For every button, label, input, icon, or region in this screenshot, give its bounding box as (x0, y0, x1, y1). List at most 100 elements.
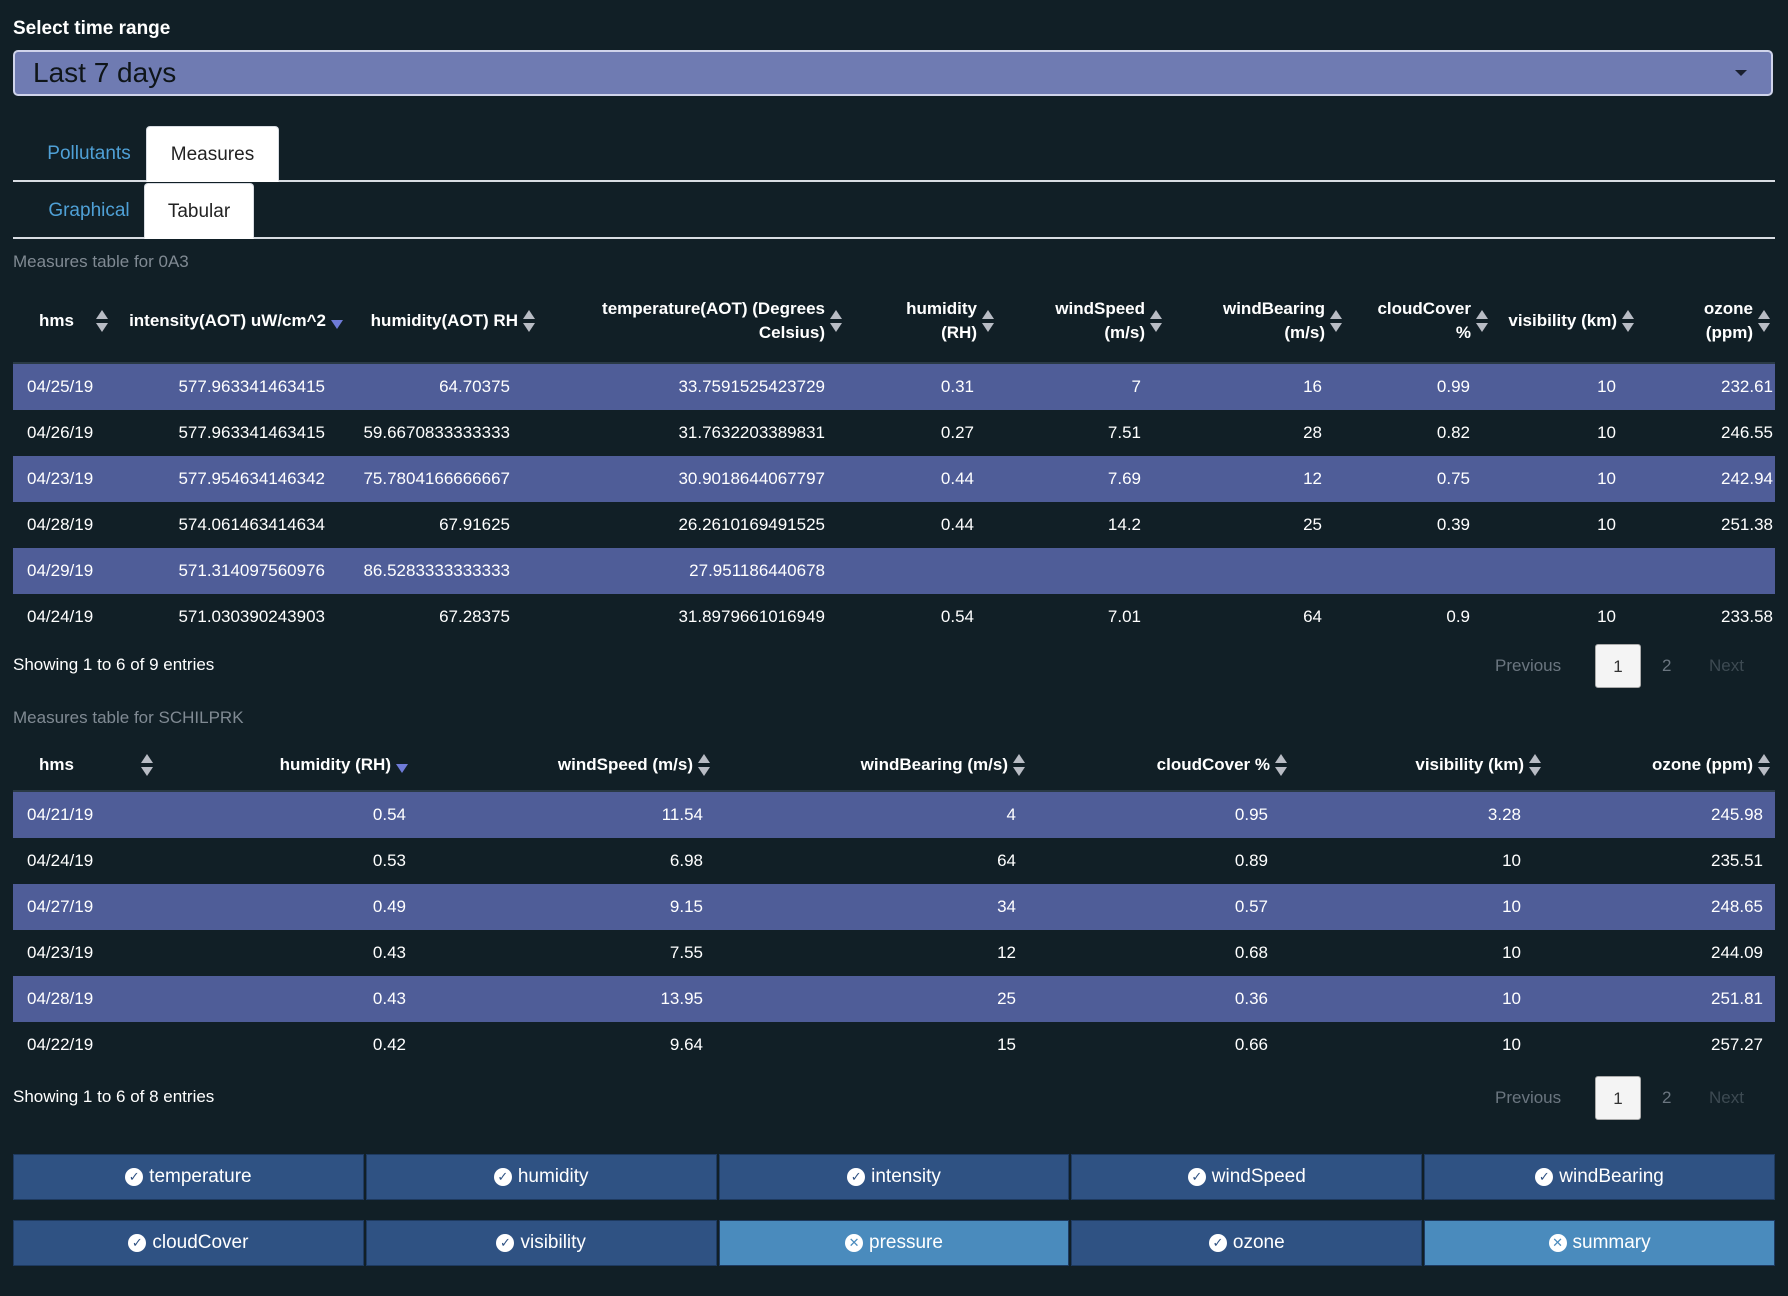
table-cell: 75.7804166666667 (363, 469, 510, 488)
table1-previous-button[interactable]: Previous (1495, 644, 1561, 688)
sort-icon (1753, 307, 1775, 335)
table1-next-button[interactable]: Next (1709, 644, 1744, 688)
table1-column-header[interactable]: humidity(AOT) RH (348, 280, 540, 362)
table-cell: 04/24/19 (27, 851, 94, 870)
series-toggle-row-2: ✓ cloudCover ✓ visibility ✕ pressure ✓ ozone ✕ su… (13, 1220, 1775, 1266)
sort-icon (1524, 751, 1546, 779)
table-cell: 233.58 (1721, 607, 1773, 626)
sort-desc-icon (326, 307, 348, 335)
table-row: 04/21/19 0.54 11.54 4 0.95 3.28 245.98 (13, 792, 1775, 838)
table-cell: 6.98 (669, 851, 703, 870)
table-cell: 10 (1597, 515, 1616, 534)
table-cell: 67.28375 (439, 607, 510, 626)
table-cell: 27.951186440678 (689, 561, 825, 580)
table2-column-header[interactable]: hms (13, 740, 158, 790)
table-cell: 10 (1597, 607, 1616, 626)
time-range-label: Select time range (13, 18, 171, 39)
windBearing-toggle-button[interactable]: ✓ windBearing (1424, 1154, 1775, 1200)
table2-column-header[interactable]: cloudCover % (1030, 740, 1292, 790)
table2-column-header[interactable]: windSpeed (m/s) (413, 740, 715, 790)
table1-column-header[interactable]: intensity(AOT) uW/cm^2 (113, 280, 348, 362)
windSpeed-toggle-button[interactable]: ✓ windSpeed (1071, 1154, 1423, 1200)
table1-column-header[interactable]: cloudCover % (1347, 280, 1493, 362)
table-cell: 7.69 (1107, 469, 1141, 488)
sort-icon (91, 307, 113, 335)
series-toggle-row-1: ✓ temperature ✓ humidity ✓ intensity ✓ windSpee… (13, 1154, 1775, 1200)
table-cell: 0.89 (1234, 851, 1268, 870)
check-circle-icon: ✓ (493, 1168, 512, 1186)
sort-icon (1270, 751, 1292, 779)
table-cell: 232.61 (1721, 377, 1773, 396)
toggle-label: windBearing (1559, 1166, 1664, 1187)
pressure-toggle-button[interactable]: ✕ pressure (718, 1220, 1070, 1266)
toggle-label: cloudCover (152, 1232, 249, 1253)
table-cell (847, 548, 974, 594)
tab-graphical[interactable]: Graphical (21, 183, 157, 239)
table1-column-header[interactable]: hms (13, 280, 113, 362)
table-cell: 67.91625 (439, 515, 510, 534)
table-cell: 64 (1303, 607, 1322, 626)
column-label: cloudCover % (1156, 755, 1270, 774)
sort-icon (1753, 751, 1775, 779)
table-row: 04/26/19 577.963341463415 59.6670833333333… (13, 410, 1775, 456)
table-cell: 10 (1502, 897, 1521, 916)
sort-icon (977, 307, 999, 335)
sub-tabs: Graphical Tabular (13, 181, 1775, 239)
table-cell: 10 (1502, 943, 1521, 962)
table-cell (1347, 548, 1470, 594)
table1-page-1[interactable]: 1 (1595, 644, 1641, 688)
tab-measures[interactable]: Measures (146, 126, 279, 182)
summary-toggle-button[interactable]: ✕ summary (1424, 1220, 1775, 1266)
column-label: temperature(AOT) (Degrees Celsius) (602, 299, 825, 342)
table2-page-2[interactable]: 2 (1662, 1076, 1671, 1120)
cloudCover-toggle-button[interactable]: ✓ cloudCover (13, 1220, 364, 1266)
table2-column-header[interactable]: ozone (ppm) (1546, 740, 1775, 790)
tab-tabular[interactable]: Tabular (144, 183, 254, 239)
table2-next-button[interactable]: Next (1709, 1076, 1744, 1120)
sort-icon (518, 307, 540, 335)
time-range-select[interactable]: Last 7 days (13, 50, 1773, 96)
table-row: 04/27/19 0.49 9.15 34 0.57 10 248.65 (13, 884, 1775, 930)
table-cell: 33.7591525423729 (678, 377, 825, 396)
tab-pollutants[interactable]: Pollutants (21, 126, 157, 182)
table-cell: 25 (1303, 515, 1322, 534)
column-label: humidity (RH) (279, 755, 391, 774)
table-row: 04/28/19 574.061463414634 67.91625 26.26101… (13, 502, 1775, 548)
table-cell: 0.75 (1436, 469, 1470, 488)
table1-column-header[interactable]: visibility (km) (1493, 280, 1639, 362)
table2-column-header[interactable]: humidity (RH) (158, 740, 413, 790)
column-label: windSpeed (m/s) (557, 755, 693, 774)
table2-column-header[interactable]: windBearing (m/s) (715, 740, 1030, 790)
table2-column-header[interactable]: visibility (km) (1292, 740, 1546, 790)
table-cell: 04/23/19 (27, 469, 94, 488)
ozone-toggle-button[interactable]: ✓ ozone (1071, 1220, 1423, 1266)
table-cell: 10 (1502, 1035, 1521, 1054)
table-cell: 7.51 (1107, 423, 1141, 442)
table2-previous-button[interactable]: Previous (1495, 1076, 1561, 1120)
humidity-toggle-button[interactable]: ✓ humidity (365, 1154, 717, 1200)
table-cell: 7.01 (1107, 607, 1141, 626)
table1-column-header[interactable]: temperature(AOT) (Degrees Celsius) (540, 280, 847, 362)
temperature-toggle-button[interactable]: ✓ temperature (13, 1154, 364, 1200)
visibility-toggle-button[interactable]: ✓ visibility (365, 1220, 717, 1266)
toggle-label: windSpeed (1211, 1166, 1306, 1187)
table1-column-header[interactable]: windSpeed (m/s) (999, 280, 1167, 362)
table-cell: 10 (1597, 469, 1616, 488)
table-row: 04/24/19 0.53 6.98 64 0.89 10 235.51 (13, 838, 1775, 884)
check-circle-icon: ✓ (125, 1168, 144, 1186)
column-label: visibility (km) (1415, 755, 1524, 774)
table-cell: 11.54 (661, 805, 703, 824)
table2-page-1[interactable]: 1 (1595, 1076, 1641, 1120)
sort-desc-icon (391, 751, 413, 779)
table1-column-header[interactable]: humidity (RH) (847, 280, 999, 362)
table1-column-header[interactable]: windBearing (m/s) (1167, 280, 1347, 362)
table1-title: Measures table for 0A3 (13, 252, 189, 271)
intensity-toggle-button[interactable]: ✓ intensity (718, 1154, 1070, 1200)
table-cell: 244.09 (1711, 943, 1763, 962)
table-cell: 0.57 (1234, 897, 1268, 916)
table1-page-2[interactable]: 2 (1662, 644, 1671, 688)
table-cell: 26.2610169491525 (678, 515, 825, 534)
toggle-label: intensity (871, 1166, 941, 1187)
table-cell: 0.49 (372, 897, 406, 916)
table1-column-header[interactable]: ozone (ppm) (1639, 280, 1775, 362)
